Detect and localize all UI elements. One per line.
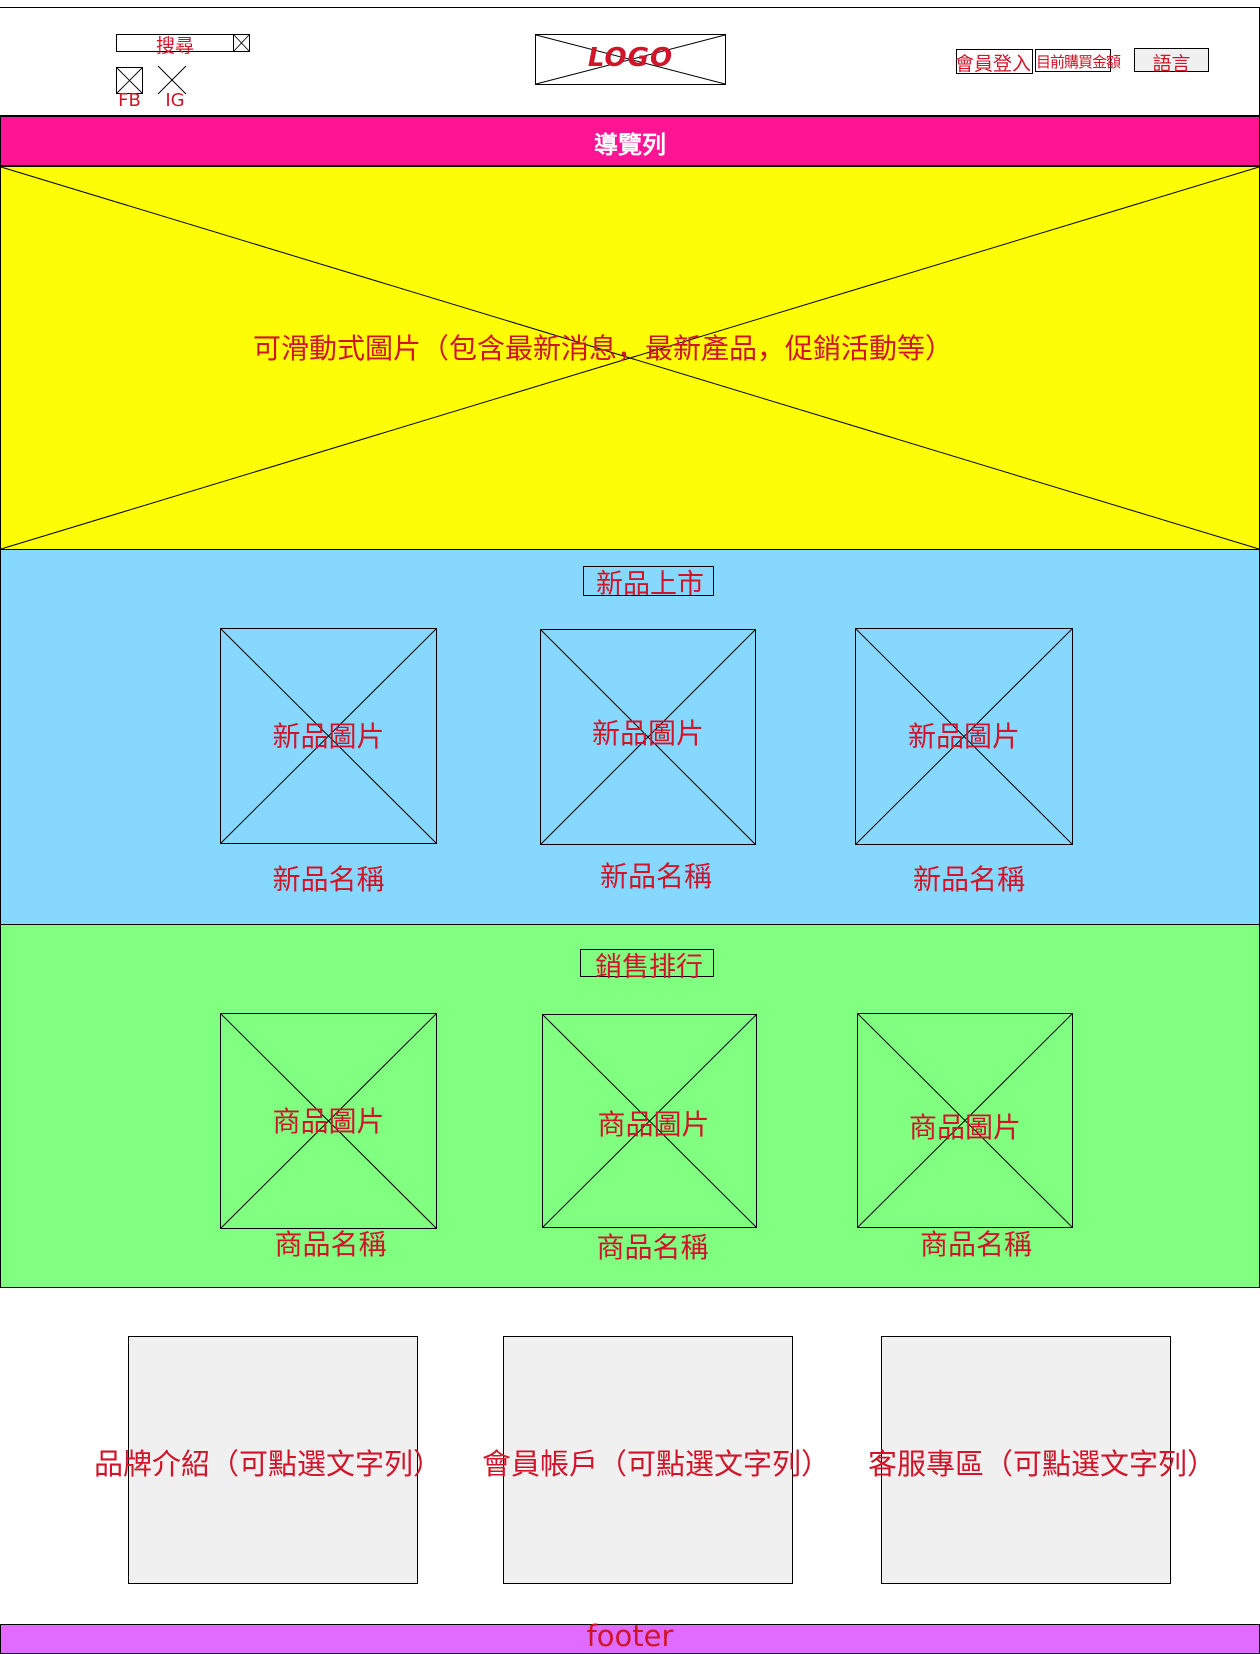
login-label: 會員登入 xyxy=(955,53,1032,75)
search-input[interactable]: 搜尋 xyxy=(116,34,234,57)
search-icon[interactable] xyxy=(233,34,250,52)
cart-total-button[interactable]: 目前購買金額 xyxy=(1035,49,1121,72)
new-products-title[interactable]: 新品上市 xyxy=(583,566,714,600)
new-product-image-label: 新品圖片 xyxy=(591,717,704,750)
customer-service-link[interactable]: 客服專區（可點選文字列） xyxy=(868,1441,1216,1483)
new-products-title-text: 新品上市 xyxy=(596,569,704,600)
product-image-label: 商品圖片 xyxy=(908,1111,1021,1144)
ig-label: IG xyxy=(165,90,185,111)
best-sellers-title-text: 銷售排行 xyxy=(595,952,703,983)
new-product-image[interactable]: 新品圖片 xyxy=(540,629,756,845)
product-name[interactable]: 商品名稱 xyxy=(222,1223,439,1263)
nav-label: 導覽列 xyxy=(594,131,666,159)
footer-label: footer xyxy=(586,1619,674,1653)
hero-caption: 可滑動式圖片（包含最新消息，最新產品，促銷活動等） xyxy=(253,332,954,365)
product-name[interactable]: 商品名稱 xyxy=(545,1226,760,1266)
product-image[interactable]: 商品圖片 xyxy=(542,1014,757,1228)
best-sellers-title[interactable]: 銷售排行 xyxy=(580,949,714,983)
new-product-image-label: 新品圖片 xyxy=(907,720,1020,753)
product-name[interactable]: 商品名稱 xyxy=(868,1223,1084,1263)
product-image-label: 商品圖片 xyxy=(272,1105,385,1138)
new-product-name[interactable]: 新品名稱 xyxy=(220,858,437,898)
product-image[interactable]: 商品圖片 xyxy=(220,1013,437,1229)
product-image[interactable]: 商品圖片 xyxy=(857,1013,1073,1228)
fb-label: FB xyxy=(118,90,141,111)
new-product-image[interactable]: 新品圖片 xyxy=(220,628,437,844)
language-button[interactable]: 語言 xyxy=(1134,48,1209,75)
new-product-image[interactable]: 新品圖片 xyxy=(855,628,1073,845)
footer: footer xyxy=(0,1619,1260,1654)
new-product-name[interactable]: 新品名稱 xyxy=(860,858,1078,898)
logo-text: LOGO xyxy=(587,43,674,73)
brand-intro-link[interactable]: 品牌介紹（可點選文字列） xyxy=(94,1441,442,1483)
search-label: 搜尋 xyxy=(155,35,194,57)
new-product-name[interactable]: 新品名稱 xyxy=(548,855,764,895)
navigation-bar[interactable]: 導覽列 xyxy=(0,117,1260,166)
login-button[interactable]: 會員登入 xyxy=(955,49,1033,75)
product-image-label: 商品圖片 xyxy=(597,1108,710,1141)
cart-total-label: 目前購買金額 xyxy=(1036,53,1121,71)
new-product-image-label: 新品圖片 xyxy=(272,720,385,753)
logo[interactable]: LOGO xyxy=(535,34,726,85)
language-label: 語言 xyxy=(1152,53,1191,75)
hero-carousel[interactable]: 可滑動式圖片（包含最新消息，最新產品，促銷活動等） xyxy=(0,166,1260,550)
member-account-link[interactable]: 會員帳戶（可點選文字列） xyxy=(482,1441,830,1483)
